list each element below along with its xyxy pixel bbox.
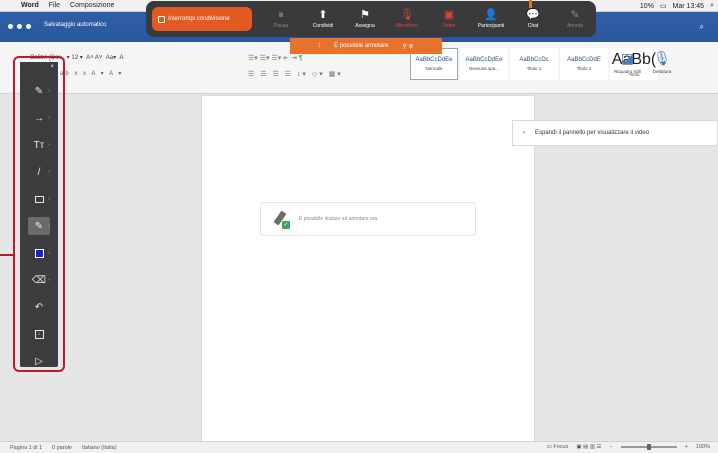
dictate-label: Dettatura bbox=[652, 69, 672, 74]
document-page[interactable] bbox=[202, 96, 534, 442]
share-button-label: Partecipanti bbox=[477, 22, 505, 29]
dictate-button[interactable]: 🎙 Dettatura bbox=[653, 50, 672, 74]
share-button-partecipanti[interactable]: 👤 Partecipanti bbox=[470, 3, 512, 35]
focus-button[interactable]: ▭ Focus bbox=[547, 444, 569, 450]
style-preview: AaBbCcDdEe bbox=[415, 57, 453, 63]
share-button-annota[interactable]: ✎ Annota bbox=[554, 3, 596, 35]
autosave-label[interactable]: Salvataggio automatico bbox=[44, 22, 106, 28]
styles-pane-icon: ◪ bbox=[620, 50, 634, 66]
search-icon[interactable]: ⌕ bbox=[700, 22, 704, 32]
style-name: Normale bbox=[425, 66, 443, 71]
annotation-banner-text: È possibile annotare bbox=[334, 43, 389, 49]
share-screen-icon: ⬆ bbox=[318, 8, 328, 21]
share-button-label: Annota bbox=[567, 22, 583, 29]
alignment-buttons[interactable]: ☰ ☰ ☰ ☰ ↕▾ ◇▾ ▦▾ bbox=[248, 70, 343, 78]
annotation-banner-marker: ⁞ bbox=[318, 43, 321, 49]
window-controls[interactable] bbox=[8, 24, 31, 29]
highlighter-check-icon: ✓ bbox=[273, 209, 290, 229]
ribbon-right-tools: ◪ Riquadro Stili 🎙 Dettatura bbox=[614, 50, 671, 74]
view-buttons[interactable]: ▣ ▤ ▥ ☰ bbox=[576, 444, 601, 450]
menu-app-name[interactable]: Word bbox=[16, 2, 44, 9]
expand-video-label: Espandi il pannello per visualizzare il … bbox=[535, 130, 650, 136]
highlighter-tool-icon[interactable]: ✎ › bbox=[28, 217, 50, 235]
styles-pane-label: Riquadro Stili bbox=[614, 69, 641, 74]
annotation-banner: ⁞ È possibile annotare ⚲ ⊘ bbox=[290, 38, 442, 54]
share-button-assegna[interactable]: ⚑ Assegna bbox=[344, 3, 386, 35]
style-name: Nessuna spa... bbox=[468, 66, 500, 71]
assign-icon: ⚑ bbox=[360, 8, 370, 21]
style-item[interactable]: AaBbCcDc Titolo 1 bbox=[510, 48, 558, 80]
menubar-status: 10% ▭ Mar 13:45 ⌕ bbox=[640, 0, 714, 12]
share-button-label: Chat bbox=[527, 22, 539, 29]
undo-icon[interactable]: ↶ bbox=[28, 298, 50, 316]
style-name: Titolo 2 bbox=[576, 66, 592, 71]
mic-icon: 🎙 bbox=[400, 8, 414, 21]
statusbar-right: ▭ Focus ▣ ▤ ▥ ☰ − + 100% bbox=[547, 444, 710, 450]
style-name: Titolo 1 bbox=[526, 66, 542, 71]
pointer-tool-icon[interactable]: ▷ bbox=[28, 352, 50, 370]
annotation-banner-icons[interactable]: ⚲ ⊘ bbox=[402, 43, 413, 50]
share-button-chat[interactable]: 💬 Chat bbox=[512, 3, 554, 35]
annotation-hint: ✓ È possibile iniziare ad annotare ora. bbox=[260, 202, 476, 236]
battery-icon[interactable]: ▭ bbox=[660, 2, 667, 10]
font-size[interactable]: 12 bbox=[71, 55, 78, 61]
zoom-level[interactable]: 100% bbox=[696, 444, 710, 450]
stop-sharing-button[interactable]: Interrompi condivisione bbox=[152, 7, 252, 31]
word-count[interactable]: 0 parole bbox=[52, 445, 72, 451]
chevron-right-icon: › bbox=[523, 130, 525, 136]
style-preview: AaBbCcDdEe bbox=[465, 57, 503, 63]
spotlight-icon[interactable]: ⌕ bbox=[710, 2, 714, 10]
shape-tool-icon[interactable]: › bbox=[28, 190, 50, 208]
share-button-pausa[interactable]: ⏸ Pausa bbox=[260, 3, 302, 35]
eraser-tool-icon[interactable]: ⌫ › bbox=[28, 271, 50, 289]
share-button-video[interactable]: ▣ Video bbox=[428, 3, 470, 35]
styles-pane-button[interactable]: ◪ Riquadro Stili bbox=[614, 50, 641, 74]
pen-tool-icon[interactable]: ✎ › bbox=[28, 82, 50, 100]
annotation-hint-text: È possibile iniziare ad annotare ora. bbox=[299, 216, 379, 222]
participants-icon: 👤 bbox=[484, 8, 498, 21]
close-icon[interactable]: × bbox=[50, 64, 54, 70]
video-icon: ▣ bbox=[443, 8, 455, 21]
share-button-microfono[interactable]: 🎙 Microfono bbox=[386, 3, 428, 35]
zoom-slider[interactable] bbox=[620, 444, 677, 450]
style-preview: AaBbCcDc bbox=[519, 57, 549, 63]
clock[interactable]: Mar 13:45 bbox=[673, 3, 705, 10]
annotate-icon: ✎ bbox=[570, 8, 580, 21]
text-tool-icon[interactable]: Tт › bbox=[28, 136, 50, 154]
menu-composizione[interactable]: Composizione bbox=[65, 2, 119, 9]
menu-file[interactable]: File bbox=[44, 2, 65, 9]
stop-icon bbox=[158, 15, 165, 23]
zoom-thumb[interactable] bbox=[646, 444, 651, 450]
style-preview: AaBbCcDdE bbox=[567, 57, 601, 63]
share-controls: ⏸ Pausa ⬆ Condividi ⚑ Assegna 🎙 Microfono ▣ Video… bbox=[260, 3, 596, 35]
palette-callout-line bbox=[0, 254, 14, 256]
dictate-icon: 🎙 bbox=[653, 50, 671, 66]
expand-video-panel[interactable]: › Espandi il pannello per visualizzare i… bbox=[512, 120, 718, 146]
arrow-tool-icon[interactable]: → › bbox=[28, 109, 50, 127]
statusbar: Pagina 1 di 1 0 parole Italiano (Italia)… bbox=[0, 441, 718, 453]
pause-icon: ⏸ bbox=[278, 8, 284, 21]
zoom-out-button[interactable]: − bbox=[609, 444, 612, 450]
line-tool-icon[interactable]: / › bbox=[28, 163, 50, 181]
share-button-label: Microfono bbox=[396, 22, 418, 29]
chat-icon: 💬 bbox=[526, 8, 540, 21]
share-button-label: Assegna bbox=[355, 22, 375, 29]
zoom-in-button[interactable]: + bbox=[685, 444, 688, 450]
color-picker-icon[interactable]: › bbox=[28, 244, 50, 262]
share-button-condividi[interactable]: ⬆ Condividi bbox=[302, 3, 344, 35]
save-icon[interactable]: ↓ bbox=[28, 325, 50, 343]
style-item[interactable]: AaBbCcDdE Titolo 2 bbox=[560, 48, 608, 80]
share-button-label: Condividi bbox=[312, 22, 334, 29]
style-item[interactable]: AaBbCcDdEe Nessuna spa... bbox=[460, 48, 508, 80]
paragraph-controls[interactable]: ☰▾ ☰▾ ☰▾ ⇤ ⇥ ¶ bbox=[248, 54, 303, 62]
share-button-label: Pausa bbox=[273, 22, 289, 29]
focus-label: Focus bbox=[553, 444, 569, 450]
share-button-label: Video bbox=[442, 22, 456, 29]
language[interactable]: Italiano (Italia) bbox=[82, 445, 117, 451]
pointer-marker bbox=[529, 0, 532, 8]
page-count[interactable]: Pagina 1 di 1 bbox=[10, 445, 42, 451]
stop-sharing-label: Interrompi condivisione bbox=[168, 16, 230, 22]
battery-level: 10% bbox=[639, 2, 654, 10]
